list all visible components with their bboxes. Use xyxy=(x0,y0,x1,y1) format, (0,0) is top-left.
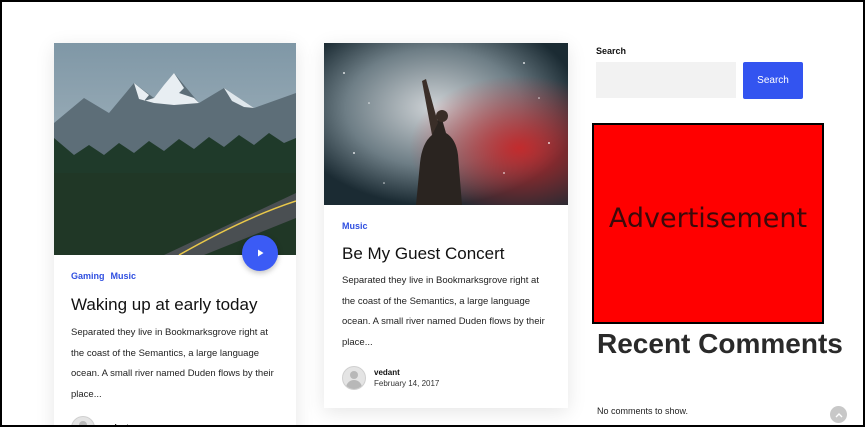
category-link-gaming[interactable]: Gaming xyxy=(71,271,105,281)
advertisement-banner[interactable]: Advertisement xyxy=(592,123,824,324)
post-date: February 14, 2017 xyxy=(374,379,440,388)
scroll-to-top-button[interactable] xyxy=(830,406,847,423)
post-title[interactable]: Be My Guest Concert xyxy=(342,244,505,264)
post-card-concert: Music Be My Guest Concert Separated they… xyxy=(324,43,568,408)
play-icon xyxy=(258,249,264,257)
search-button[interactable]: Search xyxy=(743,62,803,99)
post-image-mountain-road[interactable] xyxy=(54,43,296,255)
recent-comments-heading: Recent Comments xyxy=(597,327,843,361)
avatar-placeholder-icon xyxy=(342,366,366,390)
post-card-waking-up: Gaming Music Waking up at early today Sep… xyxy=(54,43,296,426)
advertisement-label: Advertisement xyxy=(608,203,808,234)
recent-comments-heading-text: Recent Comments xyxy=(597,328,843,359)
post-categories: Music xyxy=(342,221,374,231)
post-categories: Gaming Music xyxy=(71,271,142,281)
recent-comments-empty: No comments to show. xyxy=(597,406,689,416)
post-excerpt: Separated they live in Bookmarksgrove ri… xyxy=(71,327,274,400)
search-input[interactable] xyxy=(596,62,736,98)
search-widget-heading: Search xyxy=(596,46,627,56)
post-excerpt: Separated they live in Bookmarksgrove ri… xyxy=(342,275,545,348)
post-author: vedant xyxy=(71,416,129,426)
post-author: vedant February 14, 2017 xyxy=(342,366,439,390)
post-title[interactable]: Waking up at early today xyxy=(71,295,257,315)
avatar-placeholder-icon xyxy=(71,416,95,425)
chevron-up-icon xyxy=(835,412,842,417)
post-image-concert[interactable] xyxy=(324,43,568,205)
page-frame: Gaming Music Waking up at early today Sep… xyxy=(0,0,865,427)
category-link-music[interactable]: Music xyxy=(342,221,368,231)
category-link-music[interactable]: Music xyxy=(111,271,137,281)
author-name[interactable]: vedant xyxy=(374,368,439,377)
author-name[interactable]: vedant xyxy=(103,423,129,426)
play-button[interactable] xyxy=(242,235,278,271)
